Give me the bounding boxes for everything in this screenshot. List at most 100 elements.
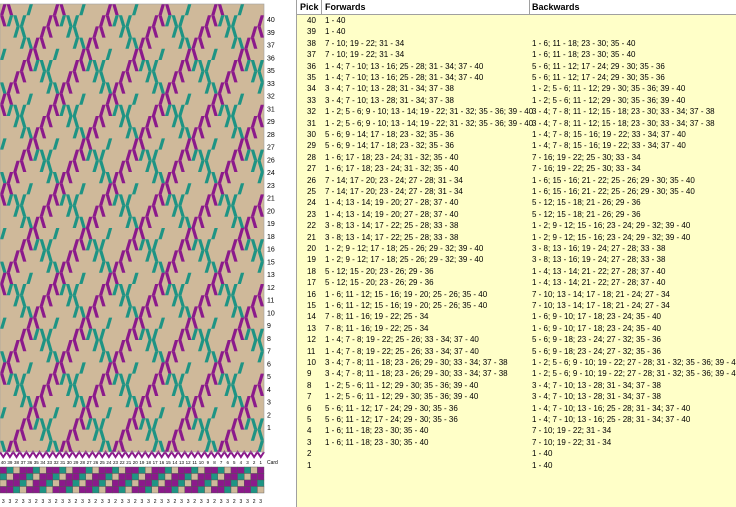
cell-forwards: 1 - 2; 9 - 12; 17 - 18; 25 - 26; 29 - 32… xyxy=(325,255,484,265)
table-header: Pick Forwards Backwards xyxy=(297,0,736,15)
card-number: 22 xyxy=(120,460,126,465)
card-number: 17 xyxy=(153,460,159,465)
cell-pick: 19 xyxy=(307,255,316,265)
threading-cell xyxy=(92,486,100,494)
cell-forwards: 3 - 8; 13 - 14; 17 - 22; 25 - 28; 33 - 3… xyxy=(325,221,459,231)
table-row[interactable]: 24 1 - 4; 13 - 14; 19 - 20; 27 - 28; 37 -… xyxy=(297,197,736,208)
card-number: 28 xyxy=(80,460,86,465)
threading-cell xyxy=(39,486,47,494)
column-divider xyxy=(529,0,530,14)
cell-forwards: 1 - 4; 7 - 8; 19 - 22; 25 - 26; 33 - 34;… xyxy=(325,346,479,356)
table-row[interactable]: 32 1 - 2; 5 - 6; 9 - 10; 13 - 14; 19 - 22… xyxy=(297,106,736,117)
threading-cell xyxy=(19,486,27,494)
threading-cell xyxy=(78,473,86,481)
threading-cell xyxy=(224,473,232,481)
threading-cell xyxy=(131,479,139,487)
cell-backwards: 3 - 8; 13 - 16; 19 - 24; 27 - 28; 33 - 3… xyxy=(532,255,666,265)
card-number: 23 xyxy=(113,460,119,465)
pick-label: 7 xyxy=(267,349,271,356)
table-row[interactable]: 23 1 - 4; 13 - 14; 19 - 20; 27 - 28; 37 -… xyxy=(297,209,736,220)
threading-cell xyxy=(59,466,67,474)
cell-forwards: 3 - 4; 7 - 10; 13 - 28; 31 - 34; 37 - 38 xyxy=(325,95,454,105)
table-row[interactable]: 28 1 - 6; 17 - 18; 23 - 24; 31 - 32; 35 -… xyxy=(297,152,736,163)
table-row[interactable]: 15 1 - 6; 11 - 12; 15 - 16; 19 - 20; 25 -… xyxy=(297,300,736,311)
threading-cell xyxy=(26,466,34,474)
table-row[interactable]: 19 1 - 2; 9 - 12; 17 - 18; 25 - 26; 29 - … xyxy=(297,254,736,265)
threading-cell xyxy=(144,479,152,487)
threading-cell xyxy=(12,466,20,474)
cell-pick: 21 xyxy=(307,232,316,242)
table-row[interactable]: 10 3 - 4; 7 - 8; 11 - 18; 23 - 26; 29 - 3… xyxy=(297,357,736,368)
weave-pattern-canvas: 4039373635333231292827262423212019181615… xyxy=(0,3,278,505)
header-pick[interactable]: Pick xyxy=(300,2,319,12)
table-row[interactable]: 29 5 - 6; 9 - 14; 17 - 18; 23 - 32; 35 - … xyxy=(297,140,736,151)
table-row[interactable]: 9 3 - 4; 7 - 8; 11 - 18; 23 - 26; 29 - 30… xyxy=(297,368,736,379)
cell-pick: 29 xyxy=(307,141,316,151)
threading-cell xyxy=(92,473,100,481)
table-row[interactable]: 21 3 - 8; 13 - 14; 17 - 22; 25 - 28; 33 -… xyxy=(297,232,736,243)
pick-label: 29 xyxy=(267,119,275,126)
card-number: 31 xyxy=(60,460,66,465)
threading-cell xyxy=(138,479,146,487)
table-row[interactable]: 6 5 - 6; 11 - 12; 17 - 24; 29 - 30; 35 - … xyxy=(297,403,736,414)
table-row[interactable]: 13 7 - 8; 11 - 16; 19 - 22; 25 - 34 1 - 6;… xyxy=(297,323,736,334)
cell-forwards: 1 - 6; 11 - 18; 23 - 30; 35 - 40 xyxy=(325,426,429,436)
cell-pick: 9 xyxy=(307,369,312,379)
cell-backwards: 1 - 4; 7 - 10; 13 - 16; 25 - 28; 31 - 34… xyxy=(532,415,691,424)
table-row[interactable]: 7 1 - 2; 5 - 6; 11 - 12; 29 - 30; 35 - 36… xyxy=(297,391,736,402)
table-row[interactable]: 34 3 - 4; 7 - 10; 13 - 28; 31 - 34; 37 - … xyxy=(297,83,736,94)
pick-label: 12 xyxy=(267,285,275,292)
table-row[interactable]: 14 7 - 8; 11 - 16; 19 - 22; 25 - 34 1 - 6;… xyxy=(297,311,736,322)
threading-cell xyxy=(118,473,126,481)
table-row[interactable]: 11 1 - 4; 7 - 8; 19 - 22; 25 - 26; 33 - 3… xyxy=(297,346,736,357)
table-row[interactable]: 5 5 - 6; 11 - 12; 17 - 24; 29 - 30; 35 - … xyxy=(297,414,736,425)
table-row[interactable]: 26 7 - 14; 17 - 20; 23 - 24; 27 - 28; 31 … xyxy=(297,175,736,186)
table-row[interactable]: 22 3 - 8; 13 - 14; 17 - 22; 25 - 28; 33 -… xyxy=(297,220,736,231)
threading-cell xyxy=(72,479,80,487)
table-row[interactable]: 18 5 - 12; 15 - 20; 23 - 26; 29 - 36 1 - 4… xyxy=(297,266,736,277)
cell-forwards: 7 - 14; 17 - 20; 23 - 24; 27 - 28; 31 - … xyxy=(325,187,463,196)
threading-cell xyxy=(210,466,218,474)
threading-number: 2 xyxy=(174,499,177,505)
table-row[interactable]: 25 7 - 14; 17 - 20; 23 - 24; 27 - 28; 31 … xyxy=(297,186,736,197)
threading-cell xyxy=(250,479,258,487)
table-row[interactable]: 39 1 - 40 xyxy=(297,26,736,37)
table-row[interactable]: 40 1 - 40 xyxy=(297,15,736,26)
table-row[interactable]: 12 1 - 4; 7 - 8; 19 - 22; 25 - 26; 33 - 3… xyxy=(297,334,736,345)
cell-backwards: 1 - 6; 9 - 10; 17 - 18; 23 - 24; 35 - 40 xyxy=(532,312,661,322)
header-forwards[interactable]: Forwards xyxy=(325,2,366,12)
table-row[interactable]: 1 1 - 40 xyxy=(297,460,736,471)
table-row[interactable]: 16 1 - 6; 11 - 12; 15 - 16; 19 - 20; 25 -… xyxy=(297,289,736,300)
table-row[interactable]: 2 1 - 40 xyxy=(297,448,736,459)
table-row[interactable]: 38 7 - 10; 19 - 22; 31 - 34 1 - 6; 11 - 18… xyxy=(297,38,736,49)
cell-forwards: 1 - 4; 7 - 10; 13 - 16; 25 - 28; 31 - 34… xyxy=(325,61,484,71)
cell-backwards: 1 - 6; 15 - 16; 21 - 22; 25 - 26; 29 - 3… xyxy=(532,175,695,185)
table-row[interactable]: 33 3 - 4; 7 - 10; 13 - 28; 31 - 34; 37 - … xyxy=(297,95,736,106)
table-row[interactable]: 37 7 - 10; 19 - 22; 31 - 34 1 - 6; 11 - 18… xyxy=(297,49,736,60)
table-row[interactable]: 20 1 - 2; 9 - 12; 17 - 18; 25 - 26; 29 - … xyxy=(297,243,736,254)
threading-cell xyxy=(52,466,60,474)
table-row[interactable]: 17 5 - 12; 15 - 20; 23 - 26; 29 - 36 1 - 4… xyxy=(297,277,736,288)
threading-number: 2 xyxy=(213,499,216,505)
table-row[interactable]: 3 1 - 6; 11 - 18; 23 - 30; 35 - 40 7 - 10;… xyxy=(297,437,736,448)
threading-cell xyxy=(98,486,106,494)
threading-cell xyxy=(224,479,232,487)
table-row[interactable]: 8 1 - 2; 5 - 6; 11 - 12; 29 - 30; 35 - 36… xyxy=(297,380,736,391)
cell-forwards: 1 - 6; 17 - 18; 23 - 24; 31 - 32; 35 - 4… xyxy=(325,152,459,162)
threading-cell xyxy=(78,466,86,474)
pick-label: 33 xyxy=(267,81,275,88)
cell-forwards: 5 - 6; 11 - 12; 17 - 24; 29 - 30; 35 - 3… xyxy=(325,415,458,424)
cell-backwards: 7 - 10; 19 - 22; 31 - 34 xyxy=(532,437,612,447)
threading-cell xyxy=(164,486,172,494)
table-row[interactable]: 36 1 - 4; 7 - 10; 13 - 16; 25 - 28; 31 - … xyxy=(297,61,736,72)
table-row[interactable]: 35 1 - 4; 7 - 10; 13 - 16; 25 - 28; 31 - … xyxy=(297,72,736,83)
table-row[interactable]: 31 1 - 2; 5 - 6; 9 - 10; 13 - 14; 19 - 22… xyxy=(297,118,736,129)
threading-cell xyxy=(171,479,179,487)
cell-forwards: 1 - 6; 11 - 18; 23 - 30; 35 - 40 xyxy=(325,437,429,447)
table-row[interactable]: 30 5 - 6; 9 - 14; 17 - 18; 23 - 32; 35 - … xyxy=(297,129,736,140)
table-row[interactable]: 4 1 - 6; 11 - 18; 23 - 30; 35 - 40 7 - 10;… xyxy=(297,425,736,436)
header-backwards[interactable]: Backwards xyxy=(532,2,580,12)
threading-cell xyxy=(46,466,54,474)
table-row[interactable]: 27 1 - 6; 17 - 18; 23 - 24; 31 - 32; 35 -… xyxy=(297,163,736,174)
threading-cell xyxy=(125,473,133,481)
